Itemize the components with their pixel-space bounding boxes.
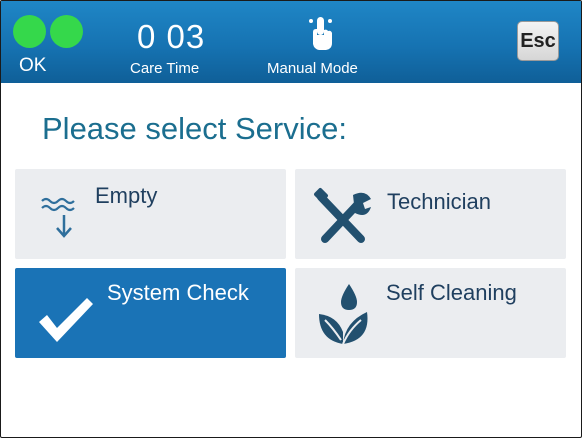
- leaf-drop-icon: [315, 282, 371, 348]
- tools-icon: [313, 187, 375, 247]
- mode-label: Manual Mode: [267, 60, 358, 77]
- service-label: Technician: [387, 189, 491, 214]
- care-time-value: 0 03: [137, 18, 206, 55]
- hand-touch-icon: [306, 15, 338, 53]
- service-self-cleaning-button[interactable]: Self Cleaning: [295, 268, 566, 358]
- service-label: System Check: [107, 280, 249, 305]
- service-system-check-button[interactable]: System Check: [15, 268, 286, 358]
- service-technician-button[interactable]: Technician: [295, 169, 566, 259]
- service-label: Empty: [95, 183, 158, 208]
- checkmark-icon: [35, 294, 95, 346]
- device-screen: OK 0 03 Care Time Manual Mode Esc Please…: [0, 0, 582, 438]
- service-empty-button[interactable]: Empty: [15, 169, 286, 259]
- page-title: Please select Service:: [42, 111, 347, 146]
- esc-button[interactable]: Esc: [517, 21, 559, 61]
- status-indicator: [11, 15, 83, 51]
- status-dot-icon: [13, 15, 46, 48]
- status-dot-icon: [50, 15, 83, 48]
- status-label: OK: [19, 55, 47, 76]
- status-bar: OK 0 03 Care Time Manual Mode Esc: [1, 1, 581, 83]
- service-label: Self Cleaning: [386, 280, 517, 305]
- care-time-label: Care Time: [130, 60, 200, 77]
- drain-water-icon: [40, 193, 82, 241]
